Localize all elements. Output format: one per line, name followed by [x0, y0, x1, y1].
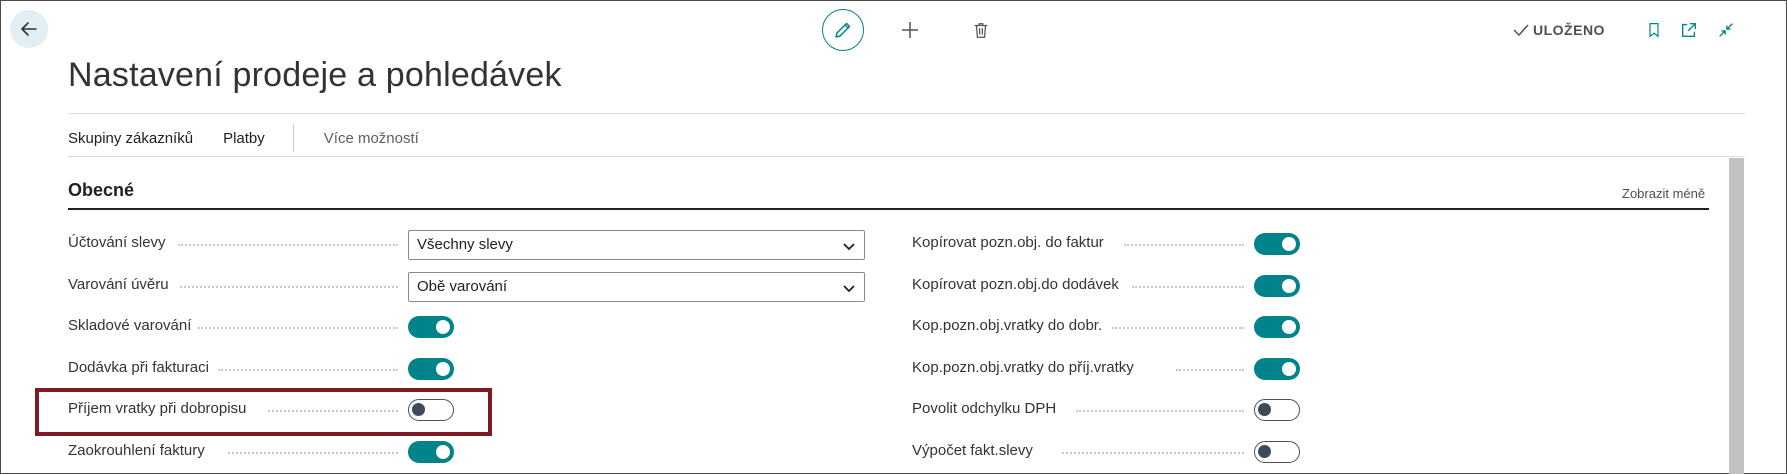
- discount-posting-select[interactable]: Všechny slevy: [408, 230, 865, 260]
- arrow-left-icon: [21, 22, 37, 36]
- field-label: Dodávka při fakturaci: [68, 358, 209, 376]
- dotted-leader: [1076, 410, 1244, 412]
- dotted-leader: [1112, 327, 1244, 329]
- section-title[interactable]: Obecné: [68, 180, 134, 201]
- field-label: Skladové varování: [68, 317, 192, 334]
- section-underline: [68, 208, 1709, 210]
- saved-status: ULOŽENO: [1513, 22, 1605, 38]
- dotted-leader: [178, 244, 398, 246]
- toggle-knob: [436, 361, 450, 376]
- saved-status-label: ULOŽENO: [1533, 22, 1605, 38]
- shipment-on-invoice-toggle[interactable]: [408, 357, 454, 380]
- checkmark-icon: [1513, 24, 1529, 37]
- field-label: Kop.pozn.obj.vratky do dobr.: [912, 317, 1103, 334]
- pencil-icon: [835, 22, 851, 38]
- collapse-icon: [1719, 23, 1733, 37]
- select-value: Všechny slevy: [417, 236, 513, 253]
- dotted-leader: [1176, 368, 1244, 371]
- page-title: Nastavení prodeje a pohledávek: [68, 56, 562, 94]
- credit-warnings-select[interactable]: Obě varování: [408, 271, 865, 302]
- dotted-leader: [218, 368, 398, 371]
- divider: [68, 156, 1745, 157]
- dotted-leader: [198, 327, 398, 329]
- field-label: Kop.pozn.obj.vratky do příj.vratky: [912, 358, 1134, 376]
- field-label: Povolit odchylku DPH: [912, 400, 1057, 417]
- more-options-button[interactable]: Více možností: [324, 130, 419, 147]
- open-in-new-window-icon: [1682, 23, 1696, 37]
- dotted-leader: [1062, 451, 1244, 454]
- chevron-down-icon: [843, 284, 855, 292]
- select-value: Obě varování: [417, 277, 508, 295]
- bookmark-button[interactable]: [1644, 20, 1664, 40]
- field-label: Kopírovat pozn.obj.do dodávek: [912, 275, 1119, 293]
- field-label: Výpočet fakt.slevy: [912, 441, 1033, 459]
- delete-button[interactable]: [969, 18, 993, 42]
- toggle-knob: [1282, 361, 1296, 376]
- toggle-knob: [436, 444, 450, 459]
- dotted-leader: [1124, 244, 1244, 246]
- stockout-warning-toggle[interactable]: [408, 316, 454, 338]
- field-label: Zaokrouhlení faktury: [68, 441, 205, 459]
- action-customer-groups[interactable]: Skupiny zákazníků: [68, 130, 193, 147]
- calc-invoice-discount-toggle[interactable]: [1254, 440, 1300, 463]
- field-label: Varování úvěru: [68, 275, 169, 293]
- allow-vat-difference-toggle[interactable]: [1254, 399, 1300, 421]
- toggle-knob: [1258, 403, 1271, 416]
- open-new-window-button[interactable]: [1679, 20, 1699, 40]
- show-less-link[interactable]: Zobrazit méně: [1622, 186, 1705, 201]
- collapse-button[interactable]: [1716, 20, 1736, 40]
- toggle-knob: [436, 320, 450, 334]
- invoice-rounding-toggle[interactable]: [408, 440, 454, 463]
- plus-icon: [902, 22, 918, 38]
- back-button[interactable]: [10, 10, 48, 48]
- toggle-knob: [1282, 237, 1296, 251]
- action-payments[interactable]: Platby: [223, 130, 265, 147]
- dotted-leader: [1132, 285, 1244, 288]
- action-separator: [292, 124, 294, 152]
- dotted-leader: [180, 285, 398, 288]
- new-button[interactable]: [898, 18, 922, 42]
- highlight-box: [35, 388, 492, 436]
- action-bar: Skupiny zákazníků Platby Více možností: [68, 124, 419, 152]
- copy-comments-to-shipment-toggle[interactable]: [1254, 274, 1300, 297]
- copy-comments-to-invoice-toggle[interactable]: [1254, 233, 1300, 255]
- dotted-leader: [228, 451, 398, 454]
- field-label: Kopírovat pozn.obj. do faktur: [912, 234, 1104, 251]
- field-label: Účtování slevy: [68, 234, 166, 251]
- scrollbar[interactable]: [1729, 158, 1744, 474]
- toggle-knob: [1282, 278, 1296, 293]
- chevron-down-icon: [843, 243, 855, 251]
- copy-return-comments-to-receipt-toggle[interactable]: [1254, 357, 1300, 380]
- toggle-knob: [1258, 444, 1271, 458]
- trash-icon: [974, 23, 988, 38]
- divider: [68, 113, 1745, 114]
- edit-button[interactable]: [822, 9, 864, 51]
- copy-return-comments-to-credit-memo-toggle[interactable]: [1254, 316, 1300, 338]
- bookmark-icon: [1649, 23, 1659, 38]
- toggle-knob: [1282, 320, 1296, 334]
